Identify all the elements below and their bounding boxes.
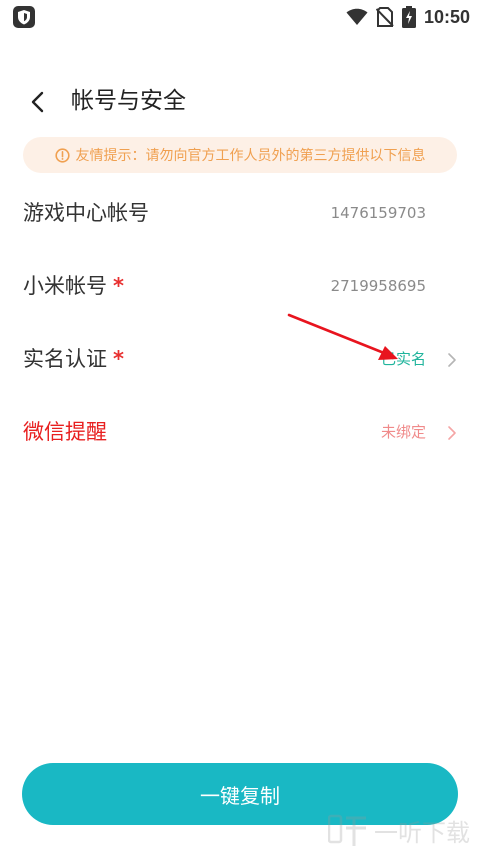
real-name-verification-label: 实名认证 [23,347,107,371]
battery-charging-icon [401,6,416,28]
chevron-right-icon [448,426,456,440]
watermark-logo-icon [328,814,366,846]
wechat-reminder-label: 微信提醒 [23,420,107,444]
notice-banner: 友情提示：请勿向官方工作人员外的第三方提供以下信息 [23,137,457,173]
row-game-center-account: 游戏中心帐号 1476159703 [0,184,480,244]
row-wechat-reminder[interactable]: 微信提醒 未绑定 [0,403,480,463]
xiaomi-account-label: 小米帐号 [23,274,107,298]
row-label: 游戏中心帐号 [23,198,149,228]
row-label: 实名认证 * [23,344,124,374]
status-bar: 10:50 [0,0,480,34]
watermark-text: 一听下载 [374,818,470,847]
info-circle-icon [54,147,70,163]
page-header: 帐号与安全 [0,80,480,124]
row-xiaomi-account: 小米帐号 * 2719958695 [0,257,480,317]
page-title: 帐号与安全 [71,88,186,114]
wechat-binding-status: 未绑定 [380,423,426,441]
row-label: 小米帐号 * [23,271,124,301]
status-time: 10:50 [423,6,470,27]
required-mark: * [113,347,124,371]
no-sim-icon [375,7,394,27]
notice-text: 友情提示：请勿向官方工作人员外的第三方提供以下信息 [75,148,426,164]
required-mark: * [113,274,124,298]
xiaomi-account-value: 2719958695 [330,277,426,295]
real-name-status: 已实名 [380,350,426,368]
game-center-account-value: 1476159703 [330,204,426,222]
game-center-account-label: 游戏中心帐号 [23,201,149,225]
row-real-name-verification[interactable]: 实名认证 * 已实名 [0,330,480,390]
chevron-left-icon[interactable] [26,88,52,116]
wifi-icon [346,8,368,25]
shield-icon [13,6,35,28]
copy-all-button-label: 一键复制 [200,785,280,808]
chevron-right-icon [448,353,456,367]
row-label: 微信提醒 [23,417,107,447]
account-security-screen: 10:50 帐号与安全 友情提示：请勿向官方工作人员外的第三方提供以下信息 游戏… [0,0,480,853]
watermark: 一听下载 [328,812,470,848]
